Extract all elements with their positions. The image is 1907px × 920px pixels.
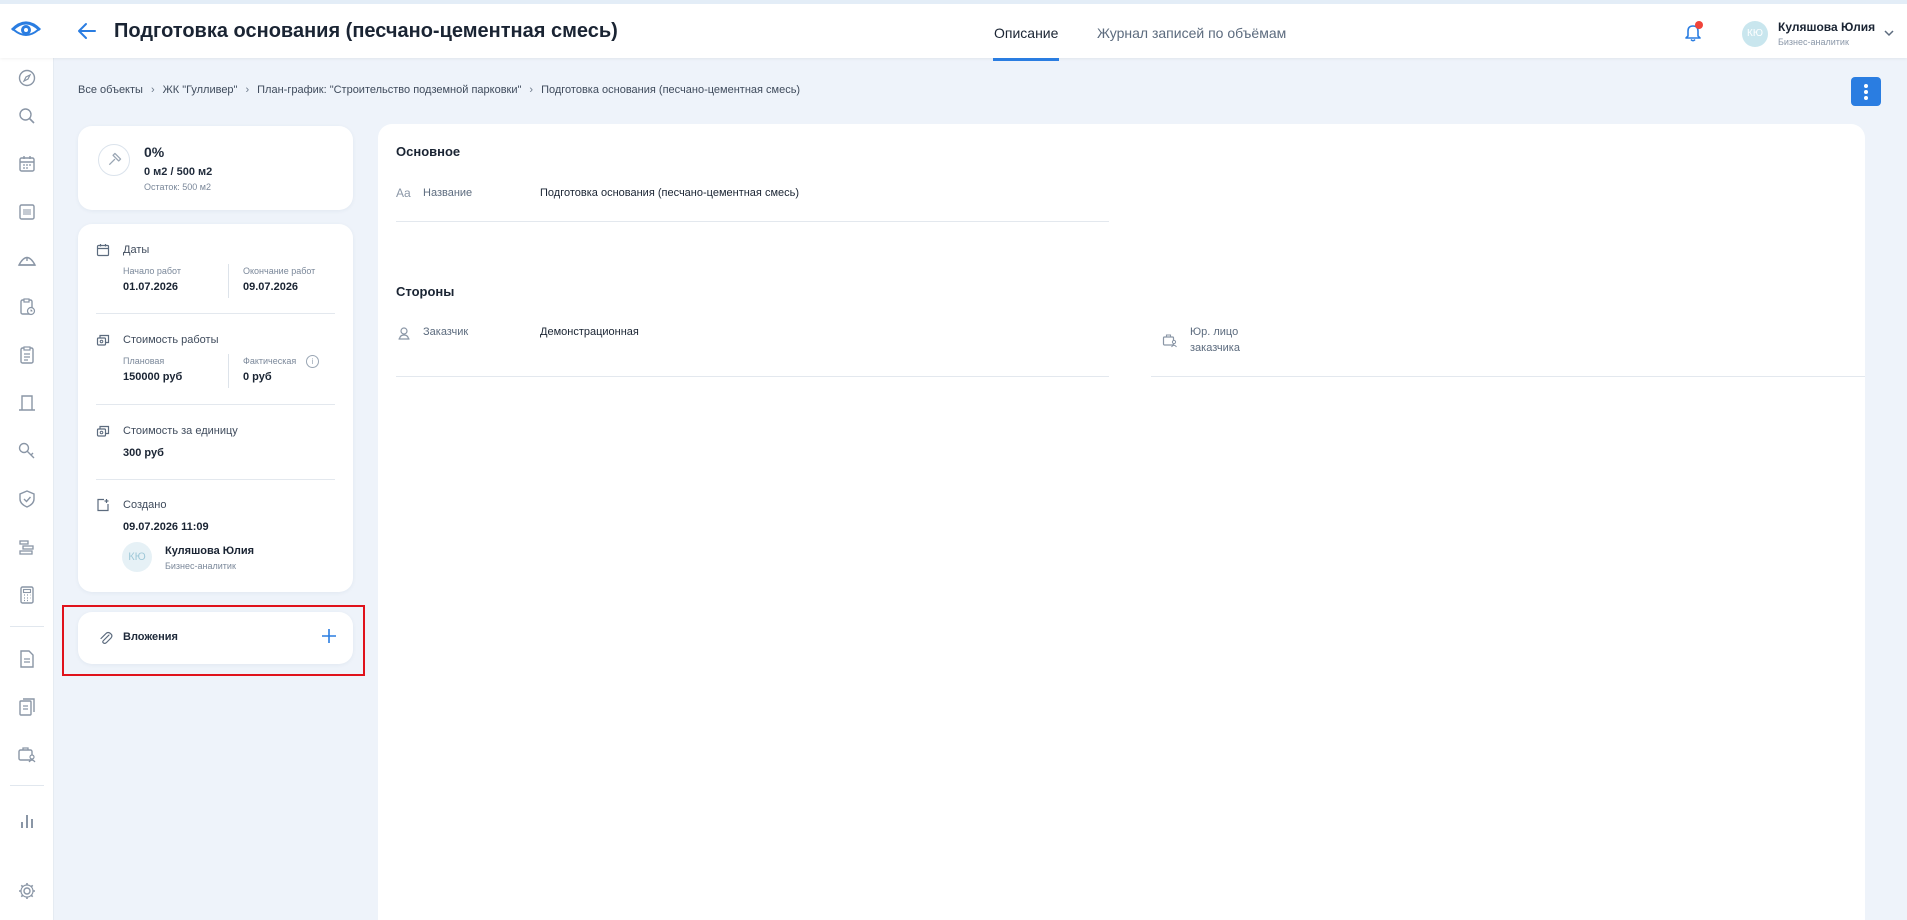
sidebar-divider xyxy=(10,785,44,786)
user-name[interactable]: Куляшова Юлия xyxy=(1778,20,1875,34)
more-options-button[interactable] xyxy=(1851,77,1881,106)
compass-icon[interactable] xyxy=(16,67,38,89)
basic-section-title: Основное xyxy=(396,144,461,159)
avatar[interactable]: КЮ xyxy=(1742,21,1768,47)
clipboard-icon[interactable] xyxy=(16,344,38,366)
created-datetime: 09.07.2026 11:09 xyxy=(123,521,209,533)
start-date-value: 01.07.2026 xyxy=(123,281,179,293)
hammer-icon xyxy=(98,144,130,176)
money-icon xyxy=(96,334,110,346)
user-icon xyxy=(398,327,410,340)
chevron-right-icon: › xyxy=(529,84,534,96)
calendar-icon xyxy=(96,244,110,257)
tab-volume-log[interactable]: Журнал записей по объёмам xyxy=(1097,25,1286,41)
planned-cost-label: Плановая xyxy=(123,356,165,366)
creator-name[interactable]: Куляшова Юлия xyxy=(165,545,254,557)
files-icon[interactable] xyxy=(16,696,38,718)
sidebar-divider xyxy=(10,626,44,627)
info-icon[interactable]: i xyxy=(306,355,319,368)
start-date-label: Начало работ xyxy=(123,266,181,276)
file-icon[interactable] xyxy=(16,648,38,670)
divider xyxy=(96,404,335,405)
bar-chart-icon[interactable] xyxy=(16,810,38,832)
calculator-icon[interactable] xyxy=(16,584,38,606)
briefcase-user-icon xyxy=(1162,334,1177,348)
eye-logo-icon[interactable] xyxy=(10,18,42,42)
user-role: Бизнес-аналитик xyxy=(1778,37,1849,47)
breadcrumb-current: Подготовка основания (песчано-цементная … xyxy=(541,84,801,96)
active-tab-indicator xyxy=(993,58,1059,61)
briefcase-user-icon[interactable] xyxy=(16,743,38,765)
divider xyxy=(96,313,335,314)
progress-percent: 0% xyxy=(144,144,165,160)
progress-remaining: Остаток: 500 м2 xyxy=(144,182,212,192)
sidebar xyxy=(0,58,54,920)
parties-section-title: Стороны xyxy=(396,284,455,299)
avatar: КЮ xyxy=(122,542,152,572)
breadcrumb-all-objects[interactable]: Все объекты xyxy=(78,84,143,96)
gantt-icon[interactable] xyxy=(16,536,38,558)
key-icon[interactable] xyxy=(16,440,38,462)
clipboard-clock-icon[interactable] xyxy=(16,296,38,318)
chevron-right-icon: › xyxy=(245,84,250,96)
name-value[interactable]: Подготовка основания (песчано-цементная … xyxy=(540,187,799,199)
unit-cost-title: Стоимость за единицу xyxy=(123,425,238,437)
divider xyxy=(96,479,335,480)
info-card: Даты Начало работ 01.07.2026 Окончание р… xyxy=(78,224,353,592)
notification-dot xyxy=(1695,21,1703,29)
cost-title: Стоимость работы xyxy=(123,334,219,346)
breadcrumb-project[interactable]: ЖК "Гулливер" xyxy=(163,84,238,96)
main-panel: Основное Aa Название Подготовка основани… xyxy=(378,124,1865,920)
divider xyxy=(1151,376,1865,377)
unit-cost-value: 300 руб xyxy=(123,447,164,459)
chevron-right-icon: › xyxy=(150,84,155,96)
document-list-icon[interactable] xyxy=(16,201,38,223)
money-icon xyxy=(96,425,110,437)
divider xyxy=(396,376,1109,377)
legal-entity-label: Юр. лицо xyxy=(1190,326,1239,338)
add-attachment-button[interactable] xyxy=(319,626,339,646)
text-format-icon: Aa xyxy=(396,186,411,200)
shield-check-icon[interactable] xyxy=(16,488,38,510)
paperclip-icon xyxy=(100,631,113,644)
add-document-icon xyxy=(97,498,109,512)
legal-entity-label: заказчика xyxy=(1190,342,1240,354)
divider xyxy=(228,354,229,388)
end-date-label: Окончание работ xyxy=(243,266,316,276)
end-date-value: 09.07.2026 xyxy=(243,281,299,293)
created-title: Создано xyxy=(123,499,167,511)
attachments-card[interactable]: Вложения xyxy=(78,612,353,664)
door-icon[interactable] xyxy=(16,392,38,414)
back-arrow-icon[interactable] xyxy=(75,19,99,43)
progress-volume: 0 м2 / 500 м2 xyxy=(144,166,213,178)
actual-cost-label: Фактическая xyxy=(243,356,297,366)
customer-label: Заказчик xyxy=(423,326,469,338)
dates-title: Даты xyxy=(123,244,150,256)
page-title: Подготовка основания (песчано-цементная … xyxy=(114,20,618,42)
settings-icon[interactable] xyxy=(16,880,38,902)
divider xyxy=(228,264,229,298)
divider xyxy=(396,221,1109,222)
top-bar: Подготовка основания (песчано-цементная … xyxy=(0,0,1907,61)
warning-icon[interactable] xyxy=(16,248,38,270)
planned-cost-value: 150000 руб xyxy=(123,371,183,383)
calendar-icon[interactable] xyxy=(16,153,38,175)
name-label: Название xyxy=(423,187,473,199)
creator-role: Бизнес-аналитик xyxy=(165,561,236,571)
search-icon[interactable] xyxy=(16,105,38,127)
chevron-down-icon[interactable] xyxy=(1883,28,1895,38)
attachments-label: Вложения xyxy=(123,631,178,643)
tab-description[interactable]: Описание xyxy=(994,25,1058,41)
actual-cost-value: 0 руб xyxy=(243,371,272,383)
breadcrumb: Все объекты › ЖК "Гулливер" › План-графи… xyxy=(78,84,800,96)
breadcrumb-schedule[interactable]: План-график: "Строительство подземной па… xyxy=(257,84,521,96)
customer-value[interactable]: Демонстрационная xyxy=(540,326,639,338)
progress-card: 0% 0 м2 / 500 м2 Остаток: 500 м2 xyxy=(78,126,353,210)
